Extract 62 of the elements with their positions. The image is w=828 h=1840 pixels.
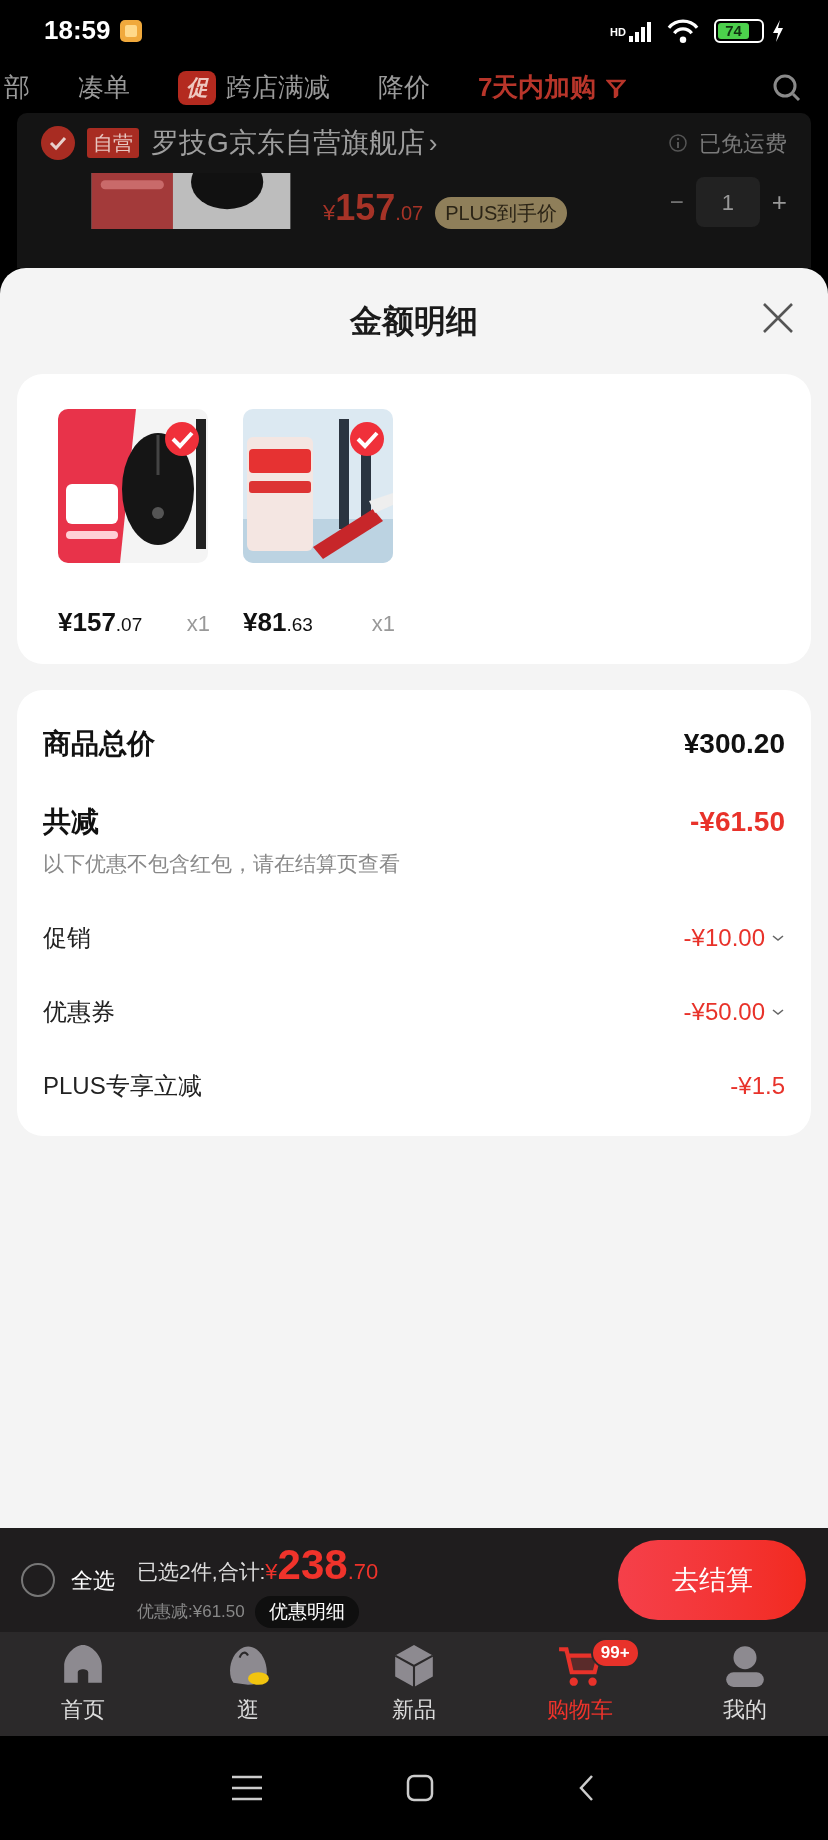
shipping-note: 已免运费 xyxy=(699,129,787,158)
plus-price-tag: PLUS到手价 xyxy=(435,197,568,230)
nav-tab[interactable]: 我的 xyxy=(662,1632,828,1736)
detail-label: 优惠券 xyxy=(43,996,116,1027)
saved-amount: 优惠减:¥61.50 xyxy=(137,1600,245,1623)
minus-button[interactable]: − xyxy=(669,184,684,221)
summary-label: 共减 xyxy=(43,805,99,839)
plus-button[interactable]: + xyxy=(771,182,787,222)
menu-icon[interactable] xyxy=(232,1775,262,1801)
product-price: ¥157.07 xyxy=(58,606,143,639)
store-badge: 自营 xyxy=(87,128,139,159)
discount-note: 以下优惠不包含红包，请在结算页查看 xyxy=(43,851,401,877)
filter-tab[interactable]: 部 xyxy=(4,68,30,108)
quantity-field[interactable]: 1 xyxy=(695,177,760,228)
chevron-down-icon[interactable] xyxy=(771,1006,785,1017)
chevron-icon[interactable]: › xyxy=(428,123,438,163)
filter-tab[interactable]: 凑单 xyxy=(78,68,130,108)
signal-icon xyxy=(628,20,652,42)
select-all-label[interactable]: 全选 xyxy=(71,1563,115,1597)
sheet-title: 金额明细 xyxy=(350,302,478,341)
product-price: ¥81.63 xyxy=(243,606,313,639)
chevron-down-icon[interactable] xyxy=(771,932,785,943)
promo-badge: 促 xyxy=(178,70,216,105)
total-price: ¥238.70 xyxy=(265,1539,379,1590)
info-icon xyxy=(669,134,687,153)
notification-icon xyxy=(118,19,143,43)
item-price: ¥157.07 xyxy=(323,186,424,231)
filter-tab[interactable]: 促 跨店满减 xyxy=(178,68,330,108)
close-icon[interactable] xyxy=(762,302,794,334)
search-icon[interactable] xyxy=(772,72,802,103)
detail-value: -¥10.00 xyxy=(683,922,765,953)
detail-label: PLUS专享立减 xyxy=(43,1070,203,1101)
discount-detail-button[interactable]: 优惠明细 xyxy=(254,1595,359,1628)
product-quantity: x1 xyxy=(186,610,210,638)
wifi-icon xyxy=(666,18,700,44)
detail-value: -¥50.00 xyxy=(683,996,765,1027)
filter-icon xyxy=(606,77,627,98)
charging-icon xyxy=(772,20,784,42)
filter-tab[interactable]: 7天内加购 xyxy=(478,68,627,108)
selection-summary: 已选2件,合计: xyxy=(137,1558,266,1585)
nav-tab[interactable]: 逛 xyxy=(165,1632,332,1736)
nav-tab[interactable]: 首页 xyxy=(0,1632,166,1736)
status-time: 18:59 xyxy=(44,14,111,48)
checkout-button[interactable]: 去结算 xyxy=(618,1540,806,1620)
nav-tab[interactable]: 购物车 99+ xyxy=(496,1632,663,1736)
summary-value: ¥300.20 xyxy=(683,727,785,761)
back-icon[interactable] xyxy=(578,1774,596,1802)
discount-value: -¥61.50 xyxy=(690,805,785,839)
nav-tab[interactable]: 新品 xyxy=(331,1632,497,1736)
detail-label: 促销 xyxy=(43,922,92,953)
battery-level: 74 xyxy=(725,20,742,41)
summary-label: 商品总价 xyxy=(43,727,155,761)
store-checkbox[interactable] xyxy=(41,126,75,161)
filter-tab[interactable]: 降价 xyxy=(378,68,430,108)
check-icon xyxy=(48,134,68,153)
select-all-checkbox[interactable] xyxy=(21,1563,55,1597)
product-quantity: x1 xyxy=(371,610,395,638)
store-name[interactable]: 罗技G京东自营旗舰店 xyxy=(151,122,425,165)
detail-value: -¥1.5 xyxy=(730,1070,785,1101)
home-button-icon[interactable] xyxy=(406,1774,434,1802)
network-label: HD xyxy=(610,25,626,40)
count-badge: 99+ xyxy=(590,1638,640,1668)
